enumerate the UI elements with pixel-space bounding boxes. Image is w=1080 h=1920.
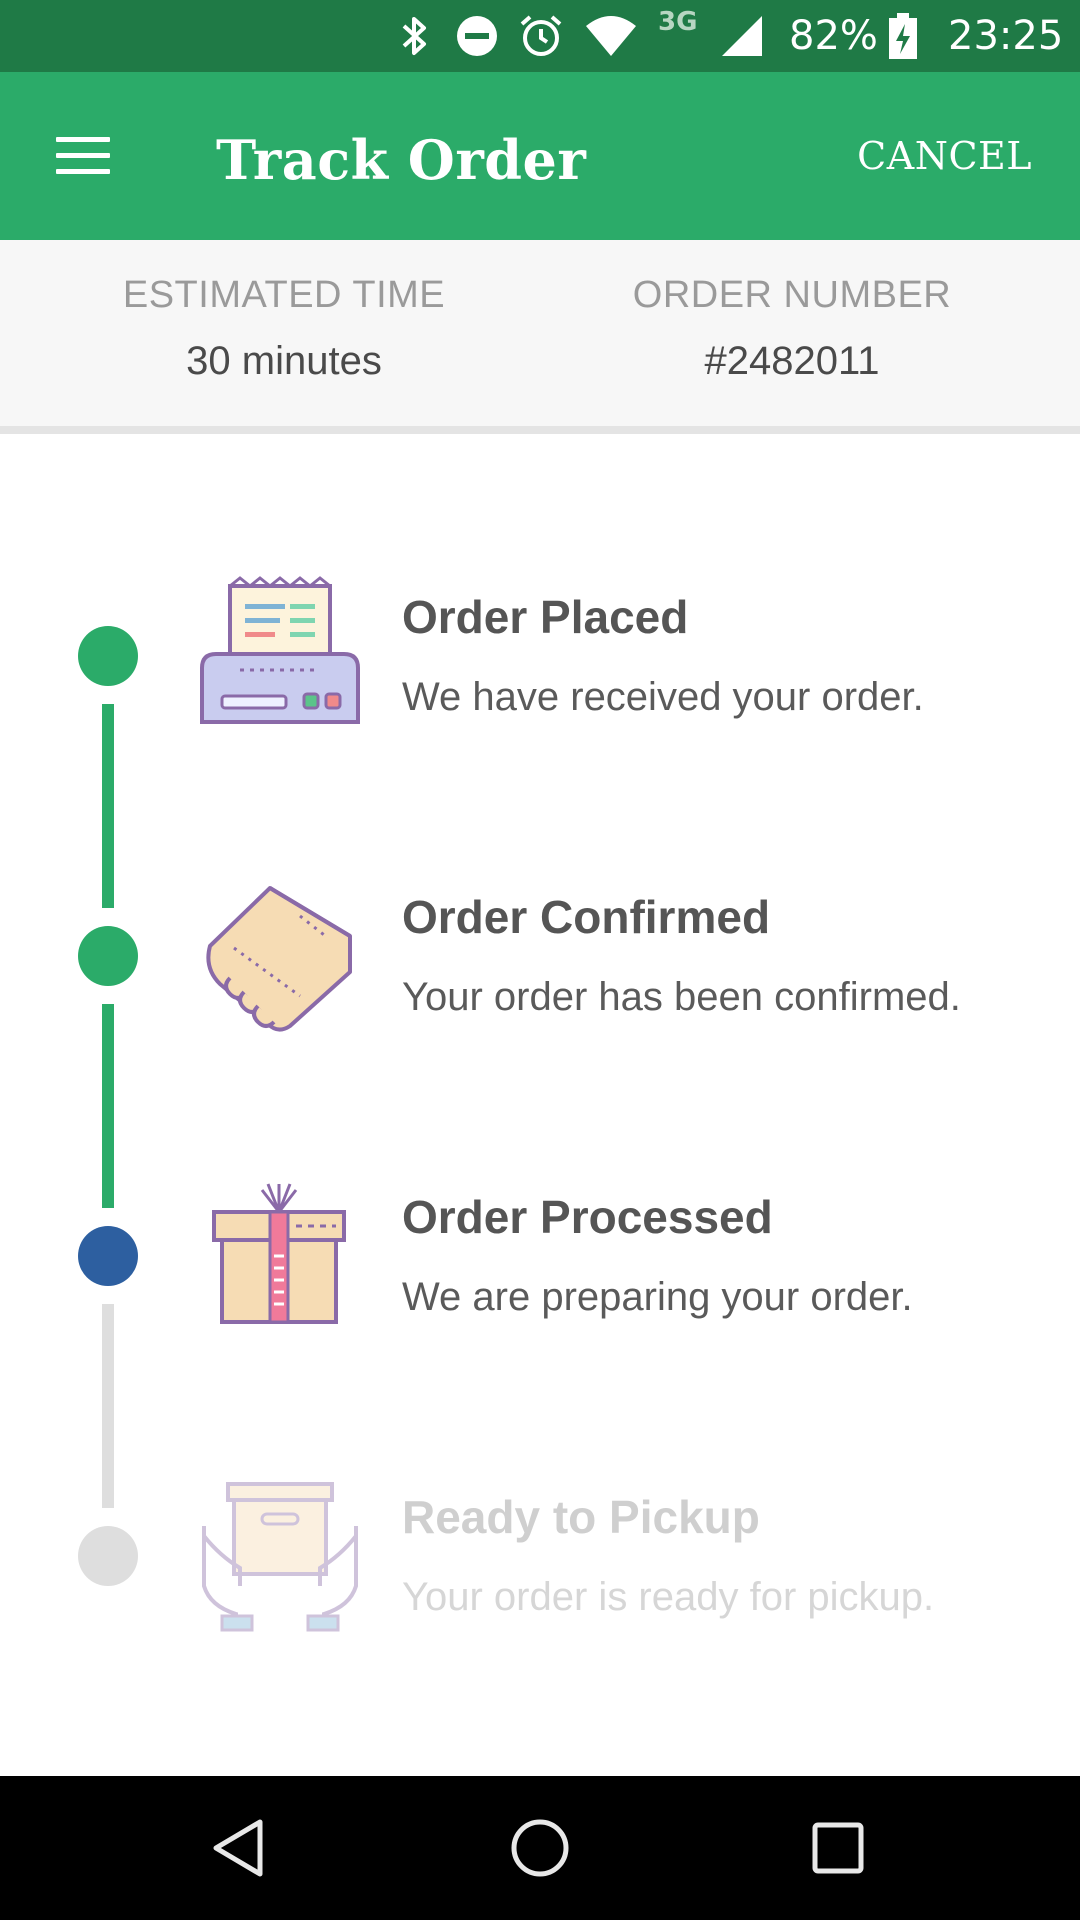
step-title: Ready to Pickup (402, 1491, 760, 1543)
step-current-dot (78, 1226, 138, 1286)
timeline-connector (102, 704, 114, 908)
bluetooth-icon (398, 0, 432, 72)
step-description: We have received your order. (402, 675, 924, 719)
back-button[interactable] (198, 1808, 278, 1888)
battery-percent: 82% (789, 13, 878, 59)
alarm-icon (518, 0, 564, 72)
step-title: Order Confirmed (402, 891, 771, 943)
back-icon (213, 1819, 263, 1877)
timeline-connector (102, 1304, 114, 1508)
home-button[interactable] (500, 1808, 580, 1888)
cancel-button[interactable]: CANCEL (857, 134, 1032, 178)
recents-icon (812, 1822, 864, 1874)
network-type: 3G (658, 7, 698, 37)
order-info-panel: ESTIMATED TIME 30 minutes ORDER NUMBER #… (0, 240, 1080, 426)
step-description: We are preparing your order. (402, 1275, 913, 1319)
timeline-connector (102, 1004, 114, 1208)
clock: 23:25 (948, 13, 1064, 59)
gift-box-icon (200, 1176, 360, 1336)
navigation-bar (0, 1776, 1080, 1920)
step-done-dot (78, 926, 138, 986)
estimated-time: ESTIMATED TIME 30 minutes (14, 274, 554, 384)
step-description: Your order is ready for pickup. (402, 1575, 935, 1619)
estimated-time-label: ESTIMATED TIME (122, 274, 446, 316)
step-pending-dot (78, 1526, 138, 1586)
receipt-printer-icon (200, 576, 360, 736)
box-in-hands-icon (200, 1476, 360, 1636)
status-bar: 3G 82% 23:25 (0, 0, 1080, 72)
step-title: Order Processed (402, 1191, 773, 1243)
battery-charging-icon (888, 0, 918, 72)
signal-icon (720, 0, 764, 72)
order-number-value: #2482011 (704, 339, 880, 383)
divider (0, 426, 1080, 434)
order-number: ORDER NUMBER #2482011 (522, 274, 1062, 384)
page-title: Track Order (216, 128, 587, 192)
step-description: Your order has been confirmed. (402, 975, 961, 1019)
menu-icon (56, 136, 110, 142)
step-title: Order Placed (402, 591, 689, 643)
step-done-dot (78, 626, 138, 686)
recents-button[interactable] (798, 1808, 878, 1888)
do-not-disturb-icon (455, 0, 499, 72)
order-number-label: ORDER NUMBER (632, 274, 952, 316)
app-bar: Track Order CANCEL (0, 72, 1080, 240)
wifi-icon (584, 0, 638, 72)
estimated-time-value: 30 minutes (186, 339, 382, 383)
home-icon (511, 1819, 569, 1877)
handshake-icon (200, 876, 360, 1036)
menu-button[interactable] (40, 110, 130, 200)
